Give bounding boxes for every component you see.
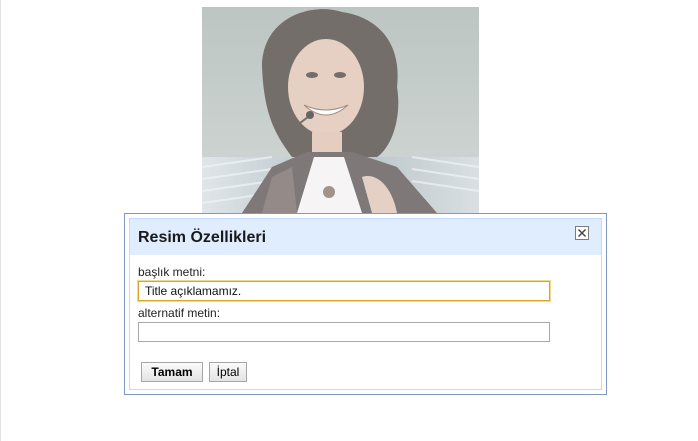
page-edge [0,0,1,441]
dialog-header: Resim Özellikleri [130,219,601,255]
alt-text-input[interactable] [138,322,550,342]
alt-text-field-label: alternatif metin: [138,306,221,320]
dialog-body: Resim Özellikleri başlık metni: alternat… [129,218,602,390]
image-selection-overlay [202,7,479,213]
close-button[interactable] [575,226,589,240]
title-text-input[interactable] [138,281,550,301]
cancel-button[interactable]: İptal [209,362,247,382]
close-icon [578,229,586,237]
inline-image[interactable] [202,7,479,213]
dialog-title: Resim Özellikleri [138,229,267,246]
page: Resim Özellikleri başlık metni: alternat… [0,0,698,441]
ok-button[interactable]: Tamam [141,362,203,382]
image-properties-dialog: Resim Özellikleri başlık metni: alternat… [124,213,607,395]
title-field-label: başlık metni: [138,265,206,279]
